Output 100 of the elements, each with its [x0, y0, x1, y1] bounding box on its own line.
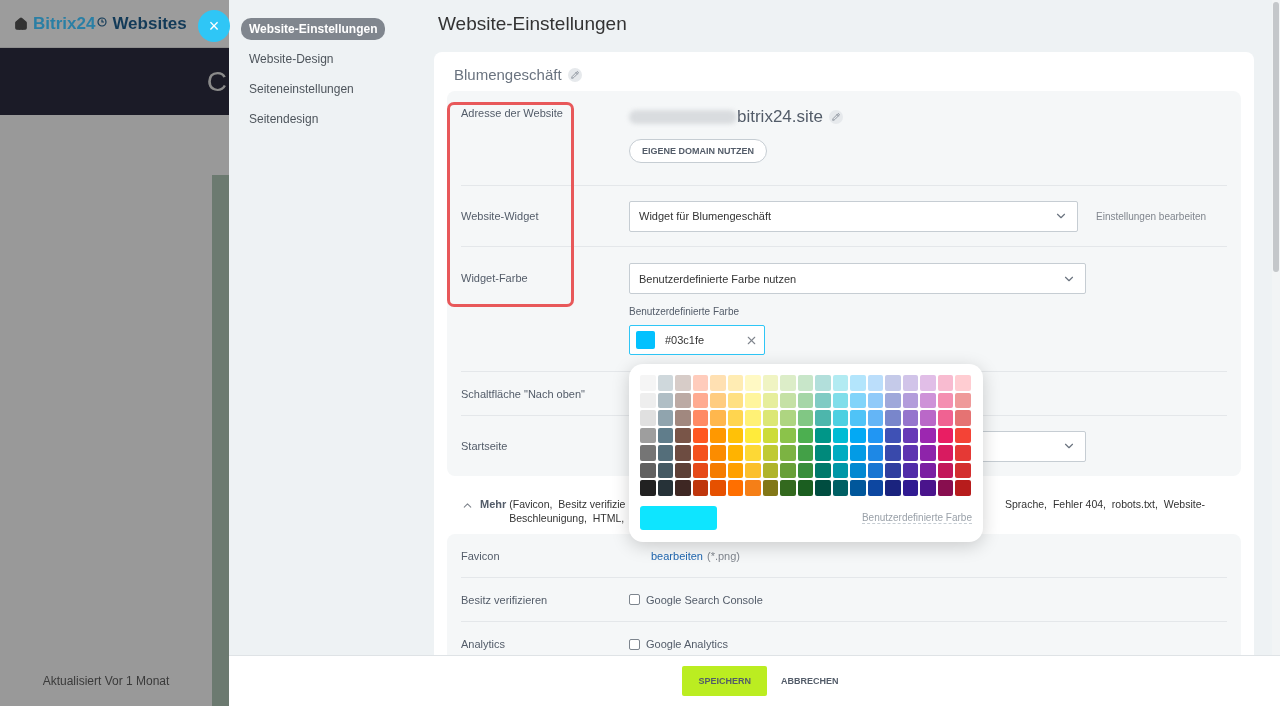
color-swatch[interactable]: [850, 375, 866, 391]
color-swatch[interactable]: [797, 462, 813, 478]
color-swatch[interactable]: [675, 445, 691, 461]
color-swatch[interactable]: [920, 392, 936, 408]
color-swatch[interactable]: [850, 462, 866, 478]
color-swatch[interactable]: [955, 392, 971, 408]
checkbox[interactable]: [629, 594, 640, 605]
color-swatch[interactable]: [780, 445, 796, 461]
color-swatch[interactable]: [745, 410, 761, 426]
color-swatch[interactable]: [710, 375, 726, 391]
color-swatch[interactable]: [832, 375, 848, 391]
nav-item[interactable]: Website-Design: [241, 48, 342, 70]
color-swatch[interactable]: [850, 480, 866, 496]
color-swatch[interactable]: [780, 462, 796, 478]
color-swatch[interactable]: [675, 375, 691, 391]
home-icon[interactable]: [14, 16, 28, 31]
color-swatch[interactable]: [727, 410, 743, 426]
color-swatch[interactable]: [762, 445, 778, 461]
color-swatch[interactable]: [885, 462, 901, 478]
color-swatch[interactable]: [780, 410, 796, 426]
color-swatch[interactable]: [710, 462, 726, 478]
color-swatch[interactable]: [762, 480, 778, 496]
color-swatch[interactable]: [815, 410, 831, 426]
color-swatch[interactable]: [675, 480, 691, 496]
color-swatch[interactable]: [815, 480, 831, 496]
color-swatch[interactable]: [902, 375, 918, 391]
color-swatch[interactable]: [937, 392, 953, 408]
color-swatch[interactable]: [745, 375, 761, 391]
color-swatch[interactable]: [657, 427, 673, 443]
color-swatch[interactable]: [867, 480, 883, 496]
color-swatch[interactable]: [640, 462, 656, 478]
color-swatch[interactable]: [832, 392, 848, 408]
color-swatch[interactable]: [867, 392, 883, 408]
color-swatch[interactable]: [727, 392, 743, 408]
color-swatch[interactable]: [815, 462, 831, 478]
color-swatch[interactable]: [710, 392, 726, 408]
color-swatch[interactable]: [727, 375, 743, 391]
color-swatch[interactable]: [955, 375, 971, 391]
color-swatch[interactable]: [745, 427, 761, 443]
color-swatch[interactable]: [762, 392, 778, 408]
color-swatch[interactable]: [850, 427, 866, 443]
color-swatch[interactable]: [780, 392, 796, 408]
widget-select[interactable]: Widget für Blumengeschäft: [629, 200, 1078, 232]
color-swatch[interactable]: [762, 375, 778, 391]
color-swatch[interactable]: [850, 410, 866, 426]
color-swatch[interactable]: [657, 462, 673, 478]
color-swatch[interactable]: [902, 427, 918, 443]
save-button[interactable]: SPEICHERN: [682, 666, 767, 696]
color-swatch[interactable]: [885, 427, 901, 443]
color-swatch[interactable]: [867, 462, 883, 478]
color-swatch[interactable]: [832, 462, 848, 478]
color-input[interactable]: #03c1fe: [629, 325, 765, 355]
color-swatch[interactable]: [867, 410, 883, 426]
color-swatch[interactable]: [885, 480, 901, 496]
color-swatch[interactable]: [885, 410, 901, 426]
color-swatch[interactable]: [815, 427, 831, 443]
color-swatch[interactable]: [797, 392, 813, 408]
color-swatch[interactable]: [850, 445, 866, 461]
color-swatch[interactable]: [902, 392, 918, 408]
color-swatch[interactable]: [885, 392, 901, 408]
color-swatch[interactable]: [867, 427, 883, 443]
color-swatch[interactable]: [902, 445, 918, 461]
color-swatch[interactable]: [902, 410, 918, 426]
color-swatch[interactable]: [710, 427, 726, 443]
color-swatch[interactable]: [937, 480, 953, 496]
color-swatch[interactable]: [797, 375, 813, 391]
color-swatch[interactable]: [797, 427, 813, 443]
color-swatch[interactable]: [657, 410, 673, 426]
color-swatch[interactable]: [920, 427, 936, 443]
color-swatch[interactable]: [955, 445, 971, 461]
pencil-icon[interactable]: [829, 110, 843, 124]
color-swatch[interactable]: [920, 410, 936, 426]
color-swatch[interactable]: [657, 445, 673, 461]
color-swatch[interactable]: [920, 375, 936, 391]
color-swatch[interactable]: [692, 445, 708, 461]
custom-domain-button[interactable]: EIGENE DOMAIN NUTZEN: [629, 139, 767, 163]
color-swatch[interactable]: [780, 427, 796, 443]
color-swatch[interactable]: [850, 392, 866, 408]
color-swatch[interactable]: [657, 480, 673, 496]
color-swatch[interactable]: [657, 392, 673, 408]
color-swatch[interactable]: [675, 427, 691, 443]
color-swatch[interactable]: [832, 410, 848, 426]
color-swatch[interactable]: [640, 410, 656, 426]
color-swatch[interactable]: [692, 462, 708, 478]
color-swatch[interactable]: [797, 410, 813, 426]
color-swatch[interactable]: [692, 427, 708, 443]
color-swatch[interactable]: [640, 427, 656, 443]
color-swatch[interactable]: [692, 480, 708, 496]
color-swatch[interactable]: [797, 480, 813, 496]
color-swatch[interactable]: [692, 392, 708, 408]
color-swatch[interactable]: [955, 410, 971, 426]
color-swatch[interactable]: [937, 462, 953, 478]
color-swatch[interactable]: [657, 375, 673, 391]
color-swatch[interactable]: [745, 462, 761, 478]
color-swatch[interactable]: [675, 462, 691, 478]
color-swatch[interactable]: [955, 462, 971, 478]
color-swatch[interactable]: [937, 445, 953, 461]
color-swatch[interactable]: [745, 392, 761, 408]
color-swatch[interactable]: [920, 462, 936, 478]
color-swatch[interactable]: [710, 445, 726, 461]
